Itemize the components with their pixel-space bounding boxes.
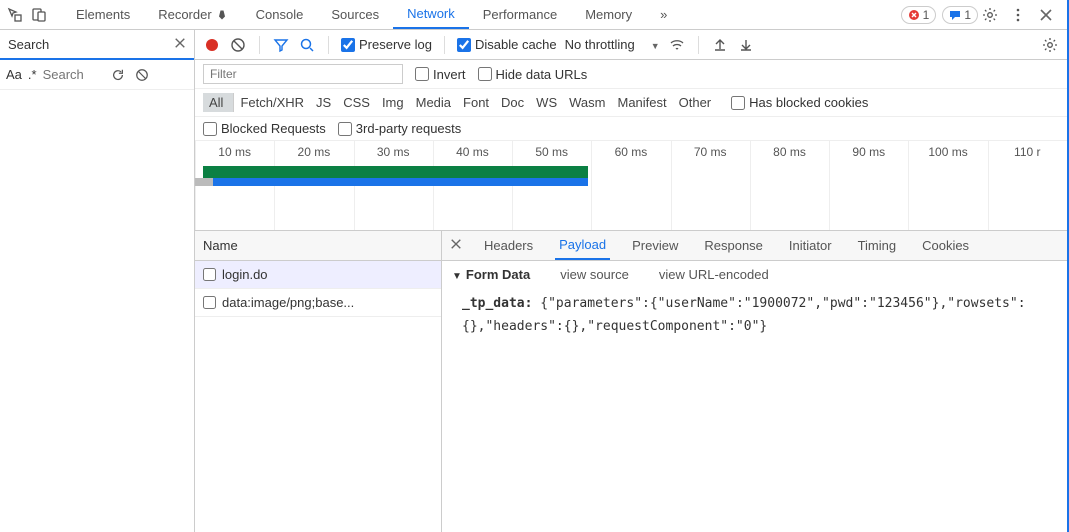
device-toggle-icon[interactable]: [30, 6, 48, 24]
request-detail: Headers Payload Preview Response Initiat…: [442, 231, 1067, 532]
kebab-icon[interactable]: [1009, 6, 1027, 24]
message-badge[interactable]: 1: [942, 6, 978, 24]
search-input[interactable]: [43, 67, 103, 82]
type-media[interactable]: Media: [410, 93, 457, 112]
wf-tick: 40 ms: [433, 145, 512, 159]
payload-body: _tp_data: {"parameters":{"userName":"190…: [442, 288, 1067, 343]
type-other[interactable]: Other: [673, 93, 718, 112]
wf-bar: [203, 166, 588, 178]
view-urlencoded-link[interactable]: view URL-encoded: [659, 267, 769, 282]
gear-icon[interactable]: [981, 6, 999, 24]
type-filter-bar: All Fetch/XHR JS CSS Img Media Font Doc …: [195, 89, 1067, 117]
tab-preview[interactable]: Preview: [628, 231, 682, 260]
request-list: Name login.do data:image/png;base...: [195, 231, 442, 532]
panel-gear-icon[interactable]: [1041, 36, 1059, 54]
wf-tick: 20 ms: [274, 145, 353, 159]
network-toolbar: Preserve log Disable cache No throttling: [195, 30, 1067, 60]
wf-tick: 10 ms: [195, 145, 274, 159]
tab-timing[interactable]: Timing: [854, 231, 901, 260]
preserve-log-checkbox[interactable]: Preserve log: [341, 37, 432, 52]
search-close-icon[interactable]: [174, 37, 186, 52]
wf-bar: [195, 178, 213, 186]
tab-initiator[interactable]: Initiator: [785, 231, 836, 260]
extra-filter-bar: Blocked Requests 3rd-party requests: [195, 117, 1067, 141]
download-icon[interactable]: [737, 36, 755, 54]
disable-cache-checkbox[interactable]: Disable cache: [457, 37, 557, 52]
devtools-tab-bar: Elements Recorder Console Sources Networ…: [0, 0, 1067, 30]
type-doc[interactable]: Doc: [495, 93, 530, 112]
type-css[interactable]: CSS: [337, 93, 376, 112]
tab-response[interactable]: Response: [700, 231, 767, 260]
tab-headers[interactable]: Headers: [480, 231, 537, 260]
refresh-icon[interactable]: [109, 66, 127, 84]
inspect-icon[interactable]: [6, 6, 24, 24]
tab-console[interactable]: Console: [242, 0, 318, 29]
type-all[interactable]: All: [203, 93, 234, 112]
tab-performance[interactable]: Performance: [469, 0, 571, 29]
type-font[interactable]: Font: [457, 93, 495, 112]
clear-icon[interactable]: [133, 66, 151, 84]
wf-tick: 110 r: [988, 145, 1067, 159]
has-blocked-checkbox[interactable]: Has blocked cookies: [731, 95, 868, 110]
wf-bar: [213, 178, 588, 186]
record-icon[interactable]: [203, 36, 221, 54]
hide-data-urls-checkbox[interactable]: Hide data URLs: [478, 67, 588, 82]
throttling-select[interactable]: No throttling: [565, 37, 660, 52]
type-fetch[interactable]: Fetch/XHR: [234, 93, 310, 112]
tab-network[interactable]: Network: [393, 0, 469, 29]
tab-elements[interactable]: Elements: [62, 0, 144, 29]
tab-recorder[interactable]: Recorder: [144, 0, 241, 29]
wf-tick: 30 ms: [354, 145, 433, 159]
error-badge[interactable]: 1: [901, 6, 937, 24]
upload-icon[interactable]: [711, 36, 729, 54]
wf-tick: 90 ms: [829, 145, 908, 159]
tab-sources[interactable]: Sources: [317, 0, 393, 29]
invert-checkbox[interactable]: Invert: [415, 67, 466, 82]
tabs-overflow[interactable]: »: [646, 0, 681, 29]
view-source-link[interactable]: view source: [560, 267, 629, 282]
blocked-requests-checkbox[interactable]: Blocked Requests: [203, 121, 326, 136]
type-ws[interactable]: WS: [530, 93, 563, 112]
close-icon[interactable]: [1037, 6, 1055, 24]
third-party-checkbox[interactable]: 3rd-party requests: [338, 121, 462, 136]
tab-payload[interactable]: Payload: [555, 231, 610, 260]
search-title: Search: [8, 37, 174, 52]
type-wasm[interactable]: Wasm: [563, 93, 611, 112]
type-img[interactable]: Img: [376, 93, 410, 112]
filter-icon[interactable]: [272, 36, 290, 54]
request-row[interactable]: data:image/png;base...: [195, 289, 441, 317]
tab-memory[interactable]: Memory: [571, 0, 646, 29]
search-icon[interactable]: [298, 36, 316, 54]
filter-input[interactable]: [203, 64, 403, 84]
form-data-group[interactable]: Form Data: [452, 267, 530, 282]
wf-tick: 60 ms: [591, 145, 670, 159]
type-js[interactable]: JS: [310, 93, 337, 112]
filter-bar: Invert Hide data URLs: [195, 60, 1067, 89]
type-manifest[interactable]: Manifest: [611, 93, 672, 112]
wifi-icon[interactable]: [668, 36, 686, 54]
wf-tick: 70 ms: [671, 145, 750, 159]
wf-tick: 50 ms: [512, 145, 591, 159]
detail-close-icon[interactable]: [450, 238, 462, 253]
regex-toggle[interactable]: .*: [28, 67, 37, 82]
clear-log-icon[interactable]: [229, 36, 247, 54]
case-toggle[interactable]: Aa: [6, 67, 22, 82]
waterfall-overview[interactable]: 10 ms 20 ms 30 ms 40 ms 50 ms 60 ms 70 m…: [195, 141, 1067, 231]
request-row[interactable]: login.do: [195, 261, 441, 289]
wf-tick: 80 ms: [750, 145, 829, 159]
tab-cookies[interactable]: Cookies: [918, 231, 973, 260]
wf-tick: 100 ms: [908, 145, 987, 159]
search-panel: Search Aa .*: [0, 30, 195, 532]
name-column-header[interactable]: Name: [195, 231, 441, 261]
